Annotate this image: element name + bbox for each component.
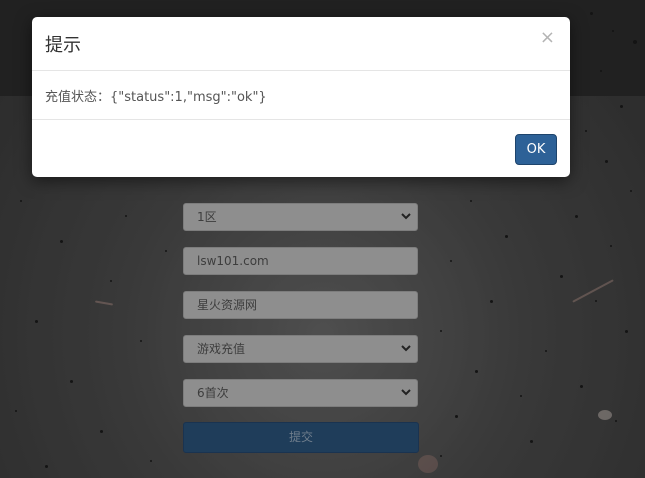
dialog-message: 充值状态：{"status":1,"msg":"ok"}: [45, 90, 267, 105]
chevron-down-icon: [401, 204, 411, 240]
chevron-down-icon: [401, 336, 411, 372]
recharge-form: 1区 lsw101.com 星火资源网 游戏充值 6首次 提交: [183, 203, 419, 453]
chevron-down-icon: [401, 380, 411, 416]
page: 1区 lsw101.com 星火资源网 游戏充值 6首次 提交 提示 × 充值状…: [0, 0, 645, 478]
account-input-value: lsw101.com: [197, 254, 269, 268]
account-input[interactable]: lsw101.com: [183, 247, 418, 275]
close-icon[interactable]: ×: [540, 29, 555, 47]
type-select[interactable]: 游戏充值: [183, 335, 418, 363]
name-input-value: 星火资源网: [197, 298, 258, 312]
amount-select[interactable]: 6首次: [183, 379, 418, 407]
submit-button[interactable]: 提交: [183, 422, 419, 453]
type-select-value: 游戏充值: [197, 342, 246, 356]
dialog-body: 充值状态：{"status":1,"msg":"ok"}: [32, 71, 570, 120]
server-select[interactable]: 1区: [183, 203, 418, 231]
dialog-title: 提示: [45, 35, 81, 56]
server-select-value: 1区: [197, 210, 217, 224]
dialog-footer: OK: [32, 120, 570, 178]
ok-button[interactable]: OK: [515, 134, 557, 165]
name-input[interactable]: 星火资源网: [183, 291, 418, 319]
alert-dialog: 提示 × 充值状态：{"status":1,"msg":"ok"} OK: [32, 17, 570, 177]
dialog-header: 提示 ×: [32, 17, 570, 71]
amount-select-value: 6首次: [197, 386, 229, 400]
